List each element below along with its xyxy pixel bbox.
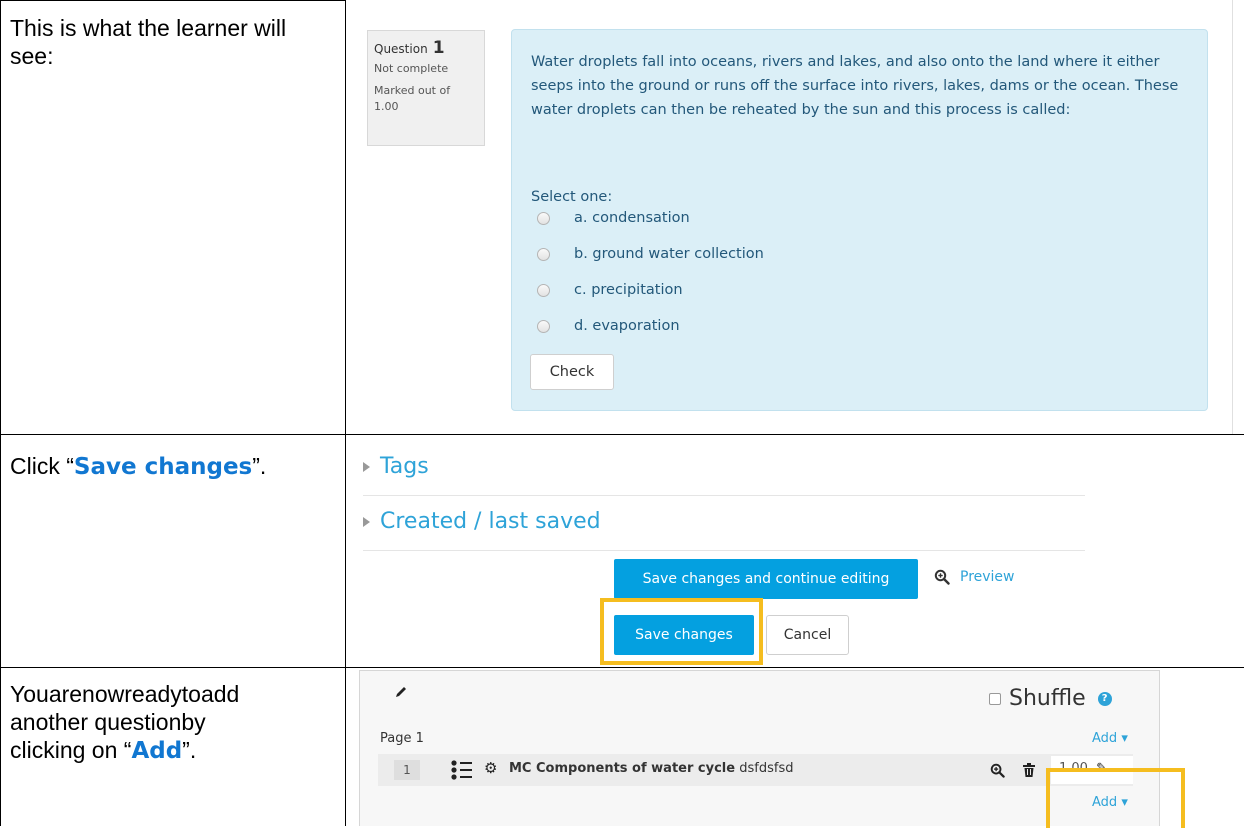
row-divider-1 — [0, 434, 1244, 435]
radio-button[interactable] — [537, 247, 550, 261]
preview-label: Preview — [960, 569, 1015, 585]
question-text: Water droplets fall into oceans, rivers … — [531, 54, 1179, 118]
page-label: Page 1 — [380, 731, 424, 746]
question-title: MC Components of water cycle — [509, 761, 736, 776]
cancel-button[interactable]: Cancel — [766, 615, 849, 655]
instruction-add: Youarenowreadytoadd another questionby c… — [10, 680, 340, 765]
question-marks: Marked out of 1.00 — [374, 84, 451, 113]
question-info-panel: Question 1 Not complete Marked out of 1.… — [367, 30, 485, 146]
preview-icon[interactable] — [990, 763, 1005, 778]
option-label: c. precipitation — [574, 282, 683, 298]
right-edge-line — [1232, 0, 1233, 434]
radio-button[interactable] — [537, 211, 550, 225]
instruction-save-changes: Save changes — [73, 454, 253, 480]
slot-number: 1 — [394, 760, 420, 780]
preview-link[interactable]: Preview — [934, 569, 1015, 585]
table-left-border — [0, 0, 1, 826]
tags-section[interactable]: Tags — [363, 454, 429, 479]
add-label: Add — [1092, 731, 1118, 746]
option-b[interactable]: b. ground water collection — [537, 243, 764, 265]
shuffle-control[interactable]: Shuffle ? — [989, 686, 1112, 711]
row-divider-2 — [0, 667, 1244, 668]
instruction-suffix: ”. — [252, 453, 267, 479]
option-label: a. condensation — [574, 210, 690, 226]
option-a[interactable]: a. condensation — [537, 207, 690, 229]
instruction-line-3: clicking on “Add”. — [10, 736, 340, 765]
separator — [363, 495, 1085, 496]
instruction-save: Click “Save changes”. — [10, 452, 340, 481]
caret-right-icon — [363, 461, 370, 472]
instruction-prefix: clicking on “ — [10, 737, 132, 763]
shuffle-checkbox[interactable] — [989, 692, 1001, 705]
zoom-in-icon — [934, 569, 950, 585]
question-name[interactable]: MC Components of water cycle dsfdsfsd — [509, 761, 793, 776]
save-continue-button[interactable]: Save changes and continue editing — [614, 559, 918, 599]
question-number: 1 — [432, 38, 445, 58]
question-label: Question — [374, 42, 428, 56]
question-slot-row: 1 ⚙ MC Components of water cycle dsfdsfs… — [378, 754, 1133, 786]
table-top-border — [0, 0, 345, 1]
multichoice-icon — [451, 760, 472, 780]
instruction-line-2: another questionby — [10, 709, 206, 735]
instruction-suffix: ”. — [182, 737, 197, 763]
table-column-divider — [345, 0, 346, 826]
instruction-add-label: Add — [131, 738, 183, 764]
option-label: d. evaporation — [574, 318, 680, 334]
question-status: Not complete — [374, 62, 449, 75]
instruction-prefix: Click “ — [10, 453, 74, 479]
check-button[interactable]: Check — [530, 354, 614, 390]
trash-icon[interactable] — [1023, 763, 1035, 777]
created-label: Created / last saved — [380, 509, 601, 534]
instruction-learner-view: This is what the learner will see: — [10, 14, 330, 70]
option-d[interactable]: d. evaporation — [537, 315, 680, 337]
caret-right-icon — [363, 516, 370, 527]
caret-down-icon: ▾ — [1121, 731, 1128, 746]
add-menu-top[interactable]: Add ▾ — [1092, 731, 1128, 746]
instruction-text: This is what the learner will see: — [10, 15, 287, 69]
separator — [363, 550, 1085, 551]
tags-label: Tags — [380, 454, 429, 479]
instruction-line-1: Youarenowreadytoadd — [10, 681, 240, 707]
help-icon[interactable]: ? — [1097, 691, 1112, 706]
created-section[interactable]: Created / last saved — [363, 509, 601, 534]
pencil-icon[interactable] — [394, 685, 408, 699]
gear-icon[interactable]: ⚙ — [484, 759, 497, 777]
option-c[interactable]: c. precipitation — [537, 279, 683, 301]
select-one-label: Select one: — [531, 189, 613, 205]
radio-button[interactable] — [537, 283, 550, 297]
radio-button[interactable] — [537, 319, 550, 333]
highlight-add — [1046, 768, 1185, 828]
highlight-save-changes — [600, 598, 763, 665]
option-label: b. ground water collection — [574, 246, 764, 262]
question-description: dsfdsfsd — [739, 761, 794, 776]
shuffle-label: Shuffle — [1009, 686, 1086, 711]
question-box: Water droplets fall into oceans, rivers … — [511, 29, 1208, 411]
